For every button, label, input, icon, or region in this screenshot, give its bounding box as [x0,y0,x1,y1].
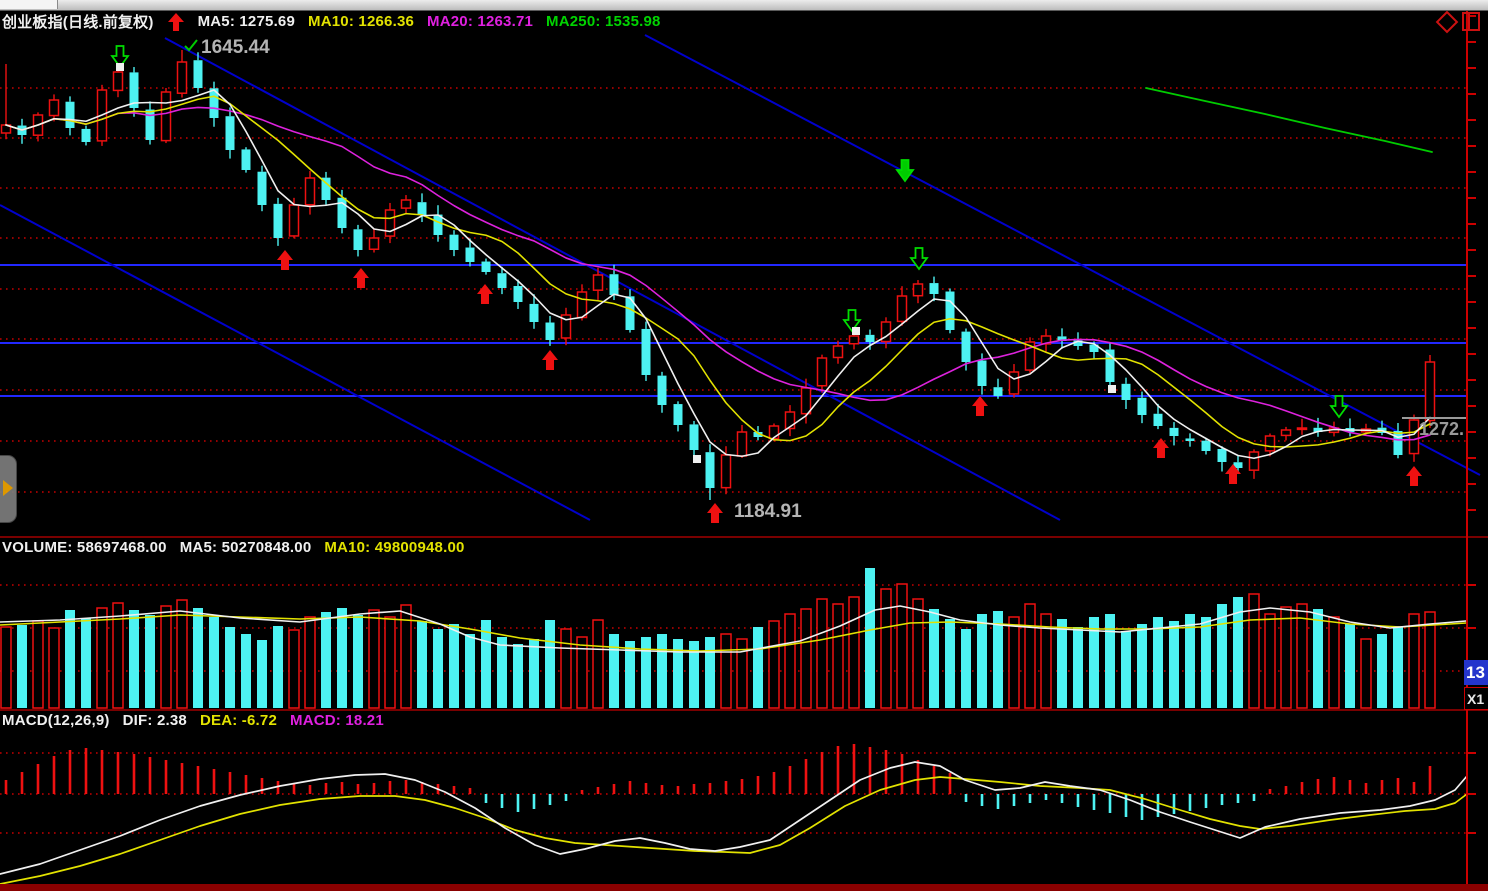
stock-app-window: 创业板指(日线.前复权) MA5: 1275.69 MA10: 1266.36 … [0,0,1488,891]
volume-ma10-line [0,615,1466,651]
volume-ma10-label: MA10: 49800948.00 [324,539,464,556]
up-arrow-icon [168,13,184,31]
dea-value-label: DEA: -6.72 [200,712,277,729]
peak-price-annotation: 1645.44 [201,37,270,59]
horizontal-scrollbar[interactable] [0,0,1488,11]
diamond-tool-icon[interactable] [1436,10,1459,33]
buy-signal-arrow-icon [353,268,369,288]
volume-axis-badge: 13 [1464,660,1488,685]
right-price-axis [1467,11,1476,884]
ma250-line [1146,88,1432,152]
check-mark-icon [185,40,197,50]
macd-params-label: MACD(12,26,9) [2,712,110,729]
buy-signal-arrow-icon [1406,466,1422,486]
macd-histogram [6,744,1430,820]
volume-bars [1,568,1435,708]
expand-arrow-icon [3,480,13,496]
price-ma-line-8 [6,96,1430,447]
ma250-label: MA250: 1535.98 [546,13,661,30]
volume-pane-header: VOLUME: 58697468.00 MA5: 50270848.00 MA1… [2,539,465,556]
sell-signal-arrow-icon [1331,396,1347,417]
buy-signal-arrow-icon [972,396,988,416]
dif-value-label: DIF: 2.38 [123,712,187,729]
main-chart-header: 创业板指(日线.前复权) MA5: 1275.69 MA10: 1266.36 … [2,11,661,32]
price-ma-line-16 [6,107,1430,439]
buy-signal-arrow-icon [1153,438,1169,458]
dif-line [0,762,1467,874]
ma20-label: MA20: 1263.71 [427,13,533,30]
volume-ma5-label: MA5: 50270848.00 [180,539,312,556]
sell-signal-arrow-icon [897,160,913,181]
macd-pane-header: MACD(12,26,9) DIF: 2.38 DEA: -6.72 MACD:… [2,712,384,729]
candlesticks [2,50,1435,500]
chart-canvas[interactable] [0,0,1488,891]
buy-signal-arrow-icon [707,503,723,523]
macd-value-label: MACD: 18.21 [290,712,384,729]
instrument-title: 创业板指(日线.前复权) [2,11,154,32]
price-ma-line-4 [6,90,1430,458]
chart-toolbar [1439,12,1480,31]
volume-value-label: VOLUME: 58697468.00 [2,539,167,556]
buy-signal-arrow-icon [542,350,558,370]
scrollbar-thumb[interactable] [0,0,58,9]
dea-line [0,777,1467,884]
volume-unit-badge: X1 [1464,687,1488,710]
buy-signal-arrow-icon [277,250,293,270]
buy-signal-arrow-icon [477,284,493,304]
ma10-label: MA10: 1266.36 [308,13,414,30]
ma5-label: MA5: 1275.69 [198,13,295,30]
last-price-annotation: 1272. [1419,419,1464,440]
trough-price-annotation: 1184.91 [734,501,802,523]
sidebar-expander-tab[interactable] [0,455,17,523]
volume-ma5-line [0,606,1466,652]
split-window-icon[interactable] [1462,12,1480,31]
